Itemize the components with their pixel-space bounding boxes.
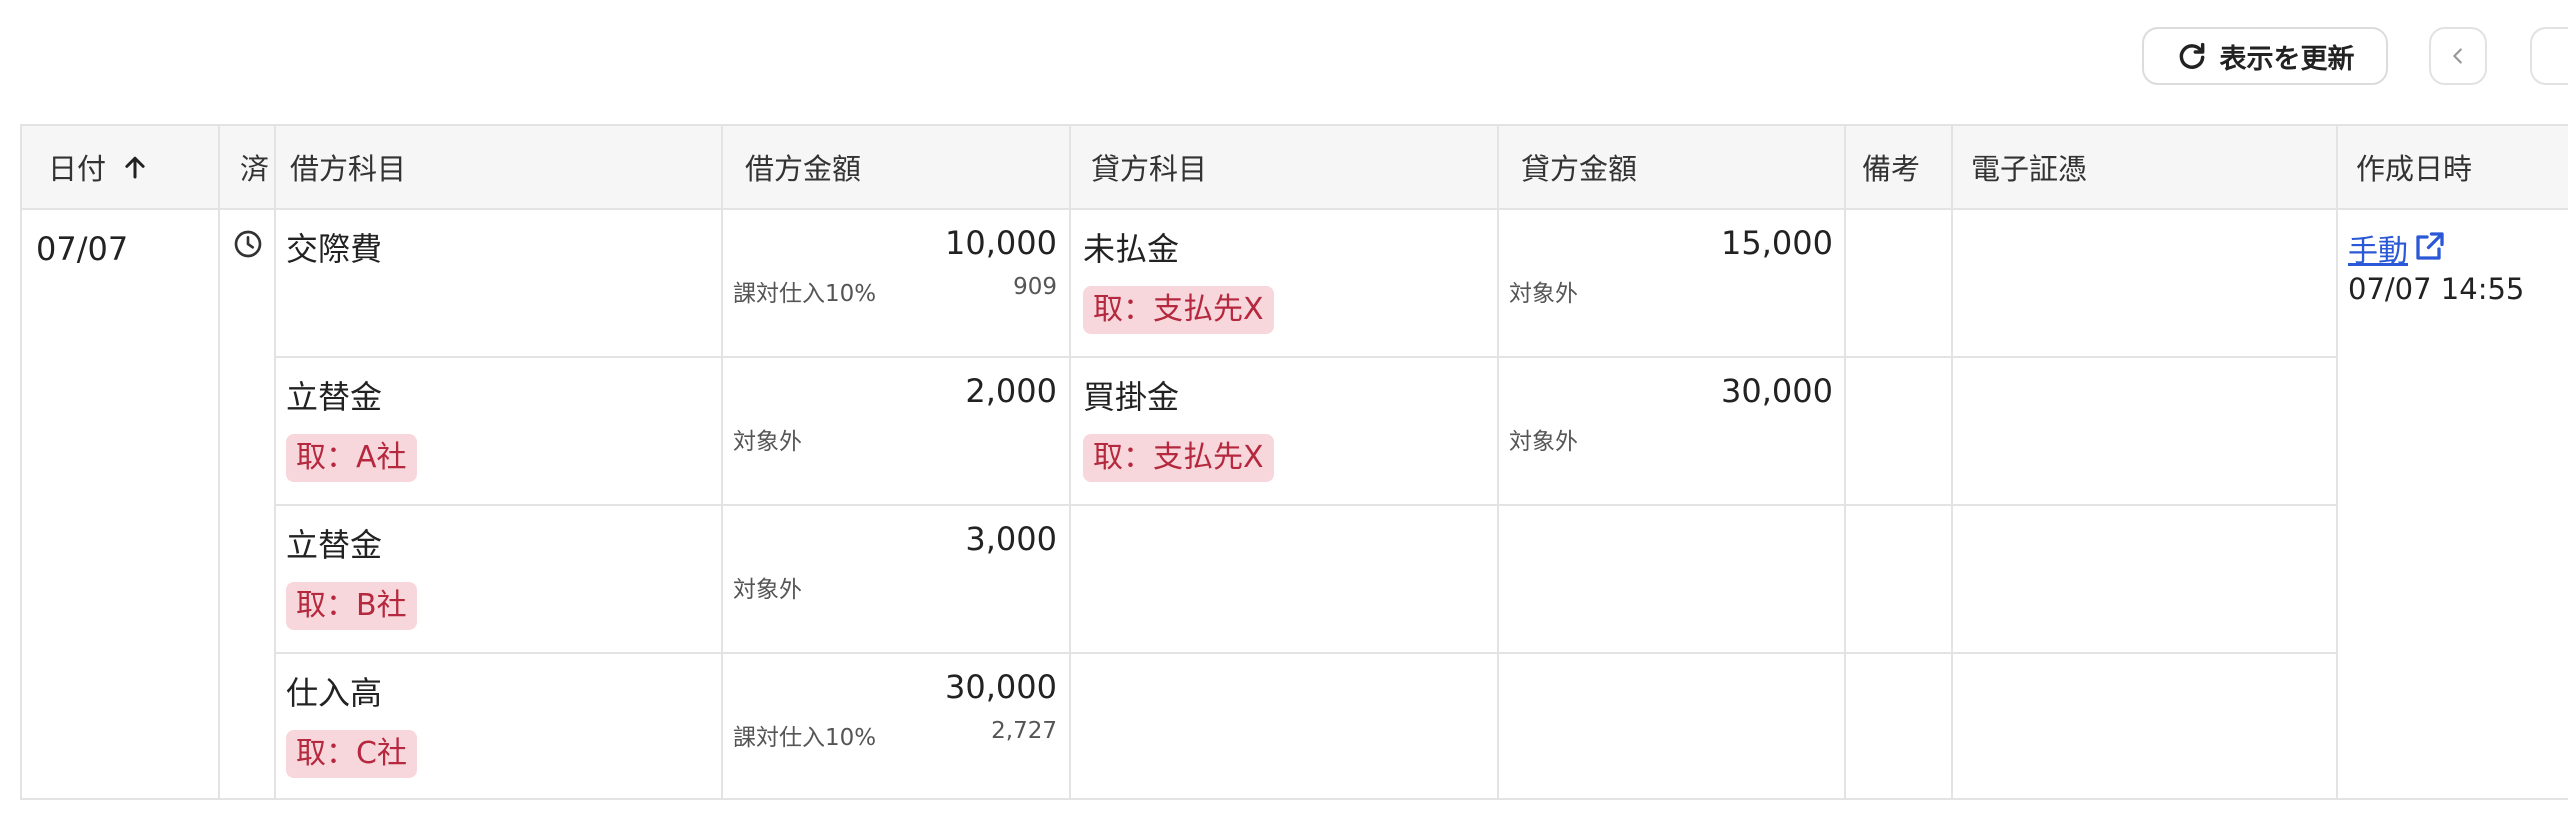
prev-page-button[interactable] [2429, 27, 2487, 85]
debit-tax: 対象外 [733, 577, 802, 603]
chevron-left-icon [2453, 48, 2462, 64]
debit-account: 立替金 [286, 378, 383, 416]
grid-line [1951, 124, 1953, 800]
partner-tag: 取：支払先X [1083, 434, 1274, 482]
column-label-credit-amount: 貸方金額 [1521, 152, 1638, 186]
grid-line [274, 124, 276, 800]
column-header-credit-account: 貸方科目 [1069, 126, 1497, 208]
row-divider [274, 652, 2336, 654]
column-header-debit-amount: 借方金額 [721, 126, 1069, 208]
partner-tag: 取：支払先X [1083, 286, 1274, 334]
column-label-debit-amount: 借方金額 [745, 152, 862, 186]
journal-table: 日付 済 借方科目 借方金額 貸方科目 貸方金額 備考 電子証憑 作成日時 07… [20, 124, 2568, 800]
source-link[interactable]: 手動 [2348, 226, 2408, 270]
debit-amount: 10,000 [945, 224, 1057, 262]
credit-amount: 15,000 [1721, 224, 1833, 262]
partner-tag: 取：B社 [286, 582, 417, 630]
column-header-memo: 備考 [1844, 126, 1951, 208]
debit-tax-amount: 2,727 [991, 718, 1057, 744]
grid-line [1844, 124, 1846, 800]
column-label-evidence: 電子証憑 [1971, 152, 2088, 186]
row-divider [274, 504, 2336, 506]
partner-tag: 取：A社 [286, 434, 417, 482]
refresh-icon [2179, 42, 2204, 69]
debit-tax: 対象外 [733, 429, 802, 455]
debit-amount: 30,000 [945, 668, 1057, 706]
partner-tag: 取：C社 [286, 730, 417, 778]
debit-tax-amount: 909 [1013, 274, 1057, 300]
column-label-debit-account: 借方科目 [290, 152, 407, 186]
grid-line [20, 124, 22, 800]
debit-account: 仕入高 [286, 674, 383, 712]
row-divider [274, 356, 2336, 358]
toolbar: 表示を更新 [0, 0, 2568, 120]
debit-account: 立替金 [286, 526, 383, 564]
clock-icon [234, 230, 262, 258]
grid-line [1069, 124, 1071, 800]
column-header-date[interactable]: 日付 [20, 126, 218, 208]
refresh-button[interactable]: 表示を更新 [2142, 27, 2388, 85]
column-label-date: 日付 [48, 152, 107, 186]
credit-account: 未払金 [1083, 230, 1180, 268]
column-label-done: 済 [240, 152, 270, 186]
arrow-up-icon [125, 156, 145, 179]
debit-amount: 2,000 [965, 372, 1057, 410]
column-label-created-at: 作成日時 [2356, 152, 2473, 186]
column-header-done: 済 [218, 126, 274, 208]
column-label-credit-account: 貸方科目 [1091, 152, 1208, 186]
external-link-icon[interactable] [2412, 228, 2448, 264]
table-header: 日付 済 借方科目 借方金額 貸方科目 貸方金額 備考 電子証憑 作成日時 [20, 124, 2568, 210]
created-at: 07/07 14:55 [2348, 272, 2525, 306]
column-header-debit-account: 借方科目 [274, 126, 721, 208]
entry-date: 07/07 [36, 230, 129, 268]
refresh-label: 表示を更新 [2219, 43, 2355, 75]
credit-amount: 30,000 [1721, 372, 1833, 410]
column-header-credit-amount: 貸方金額 [1497, 126, 1844, 208]
credit-tax: 対象外 [1509, 429, 1578, 455]
next-page-button[interactable] [2530, 27, 2568, 85]
grid-line [218, 124, 220, 800]
credit-account: 買掛金 [1083, 378, 1180, 416]
column-header-evidence: 電子証憑 [1951, 126, 2336, 208]
debit-amount: 3,000 [965, 520, 1057, 558]
credit-tax: 対象外 [1509, 281, 1578, 307]
grid-line [2336, 124, 2338, 800]
column-label-memo: 備考 [1862, 152, 1921, 186]
column-header-created-at: 作成日時 [2336, 126, 2568, 208]
debit-account: 交際費 [286, 230, 383, 268]
table-bottom-border [20, 798, 2568, 800]
